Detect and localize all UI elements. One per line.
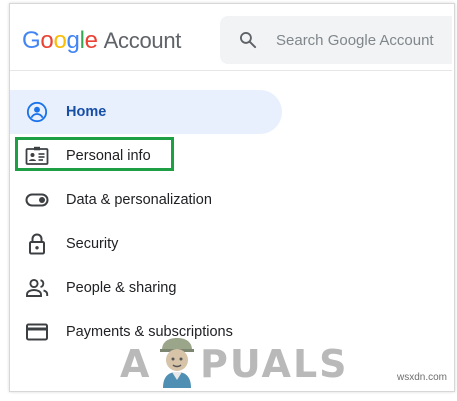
mascot-icon [152, 336, 202, 388]
credit-card-icon [25, 322, 49, 342]
watermark-text: A [120, 342, 152, 386]
sidebar-item-label: People & sharing [66, 280, 177, 296]
lock-icon [25, 233, 49, 255]
sidebar-item-label: Security [66, 236, 119, 252]
logo-letter: o [40, 27, 54, 54]
logo-letter: G [22, 27, 41, 54]
watermark-text: PUALS [200, 342, 349, 386]
product-name: Account [103, 28, 182, 53]
account-circle-icon [25, 101, 49, 123]
header: Google Account [10, 4, 452, 70]
logo-letter: o [53, 27, 67, 54]
logo-letter: g [66, 27, 80, 54]
header-divider [10, 70, 452, 71]
google-account-logo[interactable]: Google Account [22, 27, 181, 55]
people-icon [25, 278, 49, 298]
personal-info-highlight [15, 137, 174, 171]
sidebar-item-people-sharing[interactable]: People & sharing [10, 266, 300, 310]
search-input[interactable] [276, 16, 452, 64]
sidebar-nav: Home Personal info Data & personalizatio… [10, 90, 300, 354]
appuals-watermark: A PUALS [116, 336, 347, 388]
sidebar-item-data-personalization[interactable]: Data & personalization [10, 178, 300, 222]
site-watermark: wsxdn.com [396, 372, 447, 383]
search-bar[interactable] [220, 16, 452, 64]
toggle-icon [25, 190, 49, 210]
search-icon[interactable] [238, 30, 258, 50]
app-window: GoogleAccount Home [0, 0, 457, 401]
sidebar-item-home[interactable]: Home [10, 90, 282, 134]
sidebar-item-security[interactable]: Security [10, 222, 300, 266]
logo-letter: e [84, 27, 98, 54]
sidebar-item-label: Data & personalization [66, 192, 212, 208]
sidebar-item-label: Home [66, 104, 107, 120]
